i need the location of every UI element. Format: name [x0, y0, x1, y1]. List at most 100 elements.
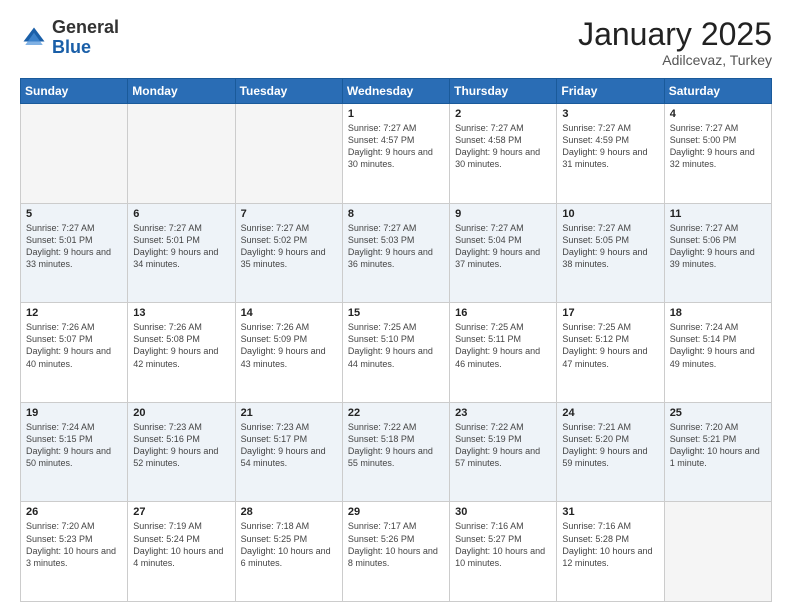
location: Adilcevaz, Turkey — [578, 52, 772, 68]
header: General Blue January 2025 Adilcevaz, Tur… — [20, 18, 772, 68]
day-number: 14 — [241, 307, 337, 319]
day-cell-10: 10 Sunrise: 7:27 AMSunset: 5:05 PMDayligh… — [557, 203, 664, 303]
logo-general-text: General — [52, 17, 119, 37]
day-number: 30 — [455, 506, 551, 518]
day-header-tuesday: Tuesday — [235, 79, 342, 104]
day-header-wednesday: Wednesday — [342, 79, 449, 104]
day-cell-13: 13 Sunrise: 7:26 AMSunset: 5:08 PMDayligh… — [128, 303, 235, 403]
month-year: January 2025 — [578, 18, 772, 50]
day-info: Sunrise: 7:27 AMSunset: 5:01 PMDaylight:… — [133, 222, 229, 271]
logo-icon — [20, 24, 48, 52]
day-number: 28 — [241, 506, 337, 518]
day-info: Sunrise: 7:20 AMSunset: 5:23 PMDaylight:… — [26, 520, 122, 569]
title-block: January 2025 Adilcevaz, Turkey — [578, 18, 772, 68]
day-cell-14: 14 Sunrise: 7:26 AMSunset: 5:09 PMDayligh… — [235, 303, 342, 403]
day-cell-2: 2 Sunrise: 7:27 AMSunset: 4:58 PMDaylight… — [450, 104, 557, 204]
day-number: 2 — [455, 108, 551, 120]
day-info: Sunrise: 7:24 AMSunset: 5:14 PMDaylight:… — [670, 321, 766, 370]
day-cell-26: 26 Sunrise: 7:20 AMSunset: 5:23 PMDayligh… — [21, 502, 128, 602]
day-cell-11: 11 Sunrise: 7:27 AMSunset: 5:06 PMDayligh… — [664, 203, 771, 303]
day-number: 4 — [670, 108, 766, 120]
day-info: Sunrise: 7:27 AMSunset: 4:57 PMDaylight:… — [348, 122, 444, 171]
day-info: Sunrise: 7:22 AMSunset: 5:18 PMDaylight:… — [348, 421, 444, 470]
day-number: 22 — [348, 407, 444, 419]
day-number: 11 — [670, 208, 766, 220]
day-cell-22: 22 Sunrise: 7:22 AMSunset: 5:18 PMDayligh… — [342, 402, 449, 502]
day-number: 1 — [348, 108, 444, 120]
calendar-week-3: 12Sunrise: 7:26 AMSunset: 5:07 PMDayligh… — [21, 303, 772, 403]
day-number: 20 — [133, 407, 229, 419]
day-info: Sunrise: 7:26 AMSunset: 5:07 PMDaylight:… — [26, 321, 122, 370]
day-info: Sunrise: 7:27 AMSunset: 4:59 PMDaylight:… — [562, 122, 658, 171]
day-cell-29: 29 Sunrise: 7:17 AMSunset: 5:26 PMDayligh… — [342, 502, 449, 602]
day-number: 7 — [241, 208, 337, 220]
day-cell-5: 5 Sunrise: 7:27 AMSunset: 5:01 PMDaylight… — [21, 203, 128, 303]
day-number: 15 — [348, 307, 444, 319]
calendar-header-row: SundayMondayTuesdayWednesdayThursdayFrid… — [21, 79, 772, 104]
day-number: 3 — [562, 108, 658, 120]
day-info: Sunrise: 7:23 AMSunset: 5:17 PMDaylight:… — [241, 421, 337, 470]
day-info: Sunrise: 7:20 AMSunset: 5:21 PMDaylight:… — [670, 421, 766, 470]
day-number: 21 — [241, 407, 337, 419]
day-header-thursday: Thursday — [450, 79, 557, 104]
day-number: 23 — [455, 407, 551, 419]
day-cell-15: 15Sunrise: 7:25 AMSunset: 5:10 PMDayligh… — [342, 303, 449, 403]
day-info: Sunrise: 7:27 AMSunset: 4:58 PMDaylight:… — [455, 122, 551, 171]
day-cell-12: 12Sunrise: 7:26 AMSunset: 5:07 PMDayligh… — [21, 303, 128, 403]
day-info: Sunrise: 7:16 AMSunset: 5:28 PMDaylight:… — [562, 520, 658, 569]
day-number: 19 — [26, 407, 122, 419]
day-cell-9: 9 Sunrise: 7:27 AMSunset: 5:04 PMDaylight… — [450, 203, 557, 303]
day-info: Sunrise: 7:27 AMSunset: 5:06 PMDaylight:… — [670, 222, 766, 271]
day-number: 29 — [348, 506, 444, 518]
day-info: Sunrise: 7:21 AMSunset: 5:20 PMDaylight:… — [562, 421, 658, 470]
day-cell-20: 20 Sunrise: 7:23 AMSunset: 5:16 PMDayligh… — [128, 402, 235, 502]
day-info: Sunrise: 7:27 AMSunset: 5:00 PMDaylight:… — [670, 122, 766, 171]
empty-cell — [128, 104, 235, 204]
day-number: 18 — [670, 307, 766, 319]
day-cell-1: 1 Sunrise: 7:27 AMSunset: 4:57 PMDaylight… — [342, 104, 449, 204]
day-info: Sunrise: 7:19 AMSunset: 5:24 PMDaylight:… — [133, 520, 229, 569]
day-number: 6 — [133, 208, 229, 220]
day-header-friday: Friday — [557, 79, 664, 104]
calendar-week-1: 1 Sunrise: 7:27 AMSunset: 4:57 PMDaylight… — [21, 104, 772, 204]
day-cell-7: 7Sunrise: 7:27 AMSunset: 5:02 PMDaylight… — [235, 203, 342, 303]
day-info: Sunrise: 7:27 AMSunset: 5:01 PMDaylight:… — [26, 222, 122, 271]
day-number: 5 — [26, 208, 122, 220]
day-header-sunday: Sunday — [21, 79, 128, 104]
day-cell-21: 21 Sunrise: 7:23 AMSunset: 5:17 PMDayligh… — [235, 402, 342, 502]
day-cell-31: 31 Sunrise: 7:16 AMSunset: 5:28 PMDayligh… — [557, 502, 664, 602]
day-header-monday: Monday — [128, 79, 235, 104]
day-info: Sunrise: 7:27 AMSunset: 5:05 PMDaylight:… — [562, 222, 658, 271]
day-cell-6: 6 Sunrise: 7:27 AMSunset: 5:01 PMDaylight… — [128, 203, 235, 303]
day-info: Sunrise: 7:27 AMSunset: 5:04 PMDaylight:… — [455, 222, 551, 271]
day-info: Sunrise: 7:26 AMSunset: 5:09 PMDaylight:… — [241, 321, 337, 370]
day-number: 31 — [562, 506, 658, 518]
day-number: 25 — [670, 407, 766, 419]
day-cell-28: 28Sunrise: 7:18 AMSunset: 5:25 PMDayligh… — [235, 502, 342, 602]
calendar-week-5: 26 Sunrise: 7:20 AMSunset: 5:23 PMDayligh… — [21, 502, 772, 602]
day-header-saturday: Saturday — [664, 79, 771, 104]
empty-cell — [235, 104, 342, 204]
day-cell-4: 4 Sunrise: 7:27 AMSunset: 5:00 PMDaylight… — [664, 104, 771, 204]
day-info: Sunrise: 7:27 AMSunset: 5:03 PMDaylight:… — [348, 222, 444, 271]
day-cell-24: 24 Sunrise: 7:21 AMSunset: 5:20 PMDayligh… — [557, 402, 664, 502]
day-info: Sunrise: 7:23 AMSunset: 5:16 PMDaylight:… — [133, 421, 229, 470]
day-cell-27: 27Sunrise: 7:19 AMSunset: 5:24 PMDayligh… — [128, 502, 235, 602]
day-info: Sunrise: 7:17 AMSunset: 5:26 PMDaylight:… — [348, 520, 444, 569]
day-cell-30: 30Sunrise: 7:16 AMSunset: 5:27 PMDayligh… — [450, 502, 557, 602]
logo: General Blue — [20, 18, 119, 58]
day-number: 26 — [26, 506, 122, 518]
day-number: 13 — [133, 307, 229, 319]
calendar-week-2: 5 Sunrise: 7:27 AMSunset: 5:01 PMDaylight… — [21, 203, 772, 303]
day-info: Sunrise: 7:25 AMSunset: 5:11 PMDaylight:… — [455, 321, 551, 370]
day-cell-3: 3 Sunrise: 7:27 AMSunset: 4:59 PMDaylight… — [557, 104, 664, 204]
day-info: Sunrise: 7:26 AMSunset: 5:08 PMDaylight:… — [133, 321, 229, 370]
day-number: 17 — [562, 307, 658, 319]
empty-cell — [664, 502, 771, 602]
day-number: 10 — [562, 208, 658, 220]
day-cell-25: 25 Sunrise: 7:20 AMSunset: 5:21 PMDayligh… — [664, 402, 771, 502]
calendar-week-4: 19Sunrise: 7:24 AMSunset: 5:15 PMDayligh… — [21, 402, 772, 502]
day-number: 24 — [562, 407, 658, 419]
day-number: 9 — [455, 208, 551, 220]
logo-blue-text: Blue — [52, 37, 91, 57]
